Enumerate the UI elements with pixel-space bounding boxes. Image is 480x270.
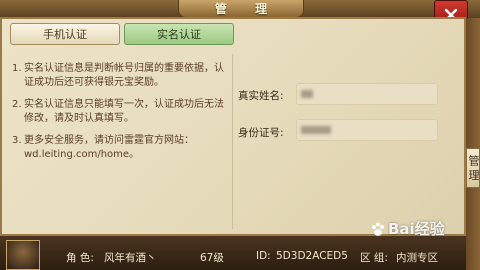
- zone-label: 区 组:: [360, 252, 388, 264]
- notice-list: 1. 实名认证信息是判断帐号归属的重要依据，认证成功后还可获得银元宝奖励。 2.…: [12, 62, 230, 170]
- notice-number: 2.: [12, 99, 22, 110]
- id-number-label: 身份证号:: [238, 127, 284, 139]
- section-divider: [232, 54, 233, 229]
- baidu-paw-icon: [372, 222, 384, 236]
- notice-text: 实名认证信息只能填写一次，认证成功后无法修改，请及时认真填写。: [24, 99, 224, 124]
- real-name-label: 真实姓名:: [238, 90, 284, 102]
- baidu-jingyan-watermark: Bai经验: [368, 218, 445, 239]
- tab-real-name-verification[interactable]: 实名认证: [124, 23, 234, 45]
- notice-number: 1.: [12, 63, 22, 74]
- notice-text: 实名认证信息是判断帐号归属的重要依据，认证成功后还可获得银元宝奖励。: [24, 63, 224, 88]
- real-name-input[interactable]: [296, 83, 438, 105]
- tab-phone-verification[interactable]: 手机认证: [10, 23, 120, 45]
- real-name-value-redacted: [301, 90, 313, 98]
- role-label: 角 色:: [66, 252, 94, 264]
- player-info-bar: 角 色: 风年有酒丶 67级 ID: 5D3D2ACED5 区 组: 内测专区: [0, 236, 466, 270]
- id-number-input[interactable]: [296, 119, 438, 141]
- window-title: 管 理: [214, 2, 280, 16]
- title-plate: 管 理: [178, 0, 304, 18]
- player-id: 5D3D2ACED5: [276, 250, 348, 262]
- role-level: 67级: [200, 252, 224, 264]
- id-label: ID:: [256, 250, 271, 262]
- notice-item: 1. 实名认证信息是判断帐号归属的重要依据，认证成功后还可获得银元宝奖励。: [12, 62, 230, 90]
- role-name: 风年有酒丶: [104, 252, 157, 264]
- notice-item: 2. 实名认证信息只能填写一次，认证成功后无法修改，请及时认真填写。: [12, 98, 230, 126]
- avatar: [6, 240, 40, 270]
- side-tab-manage[interactable]: 管 理: [466, 148, 480, 188]
- notice-text: 更多安全服务，请访问雷霆官方网站：wd.leiting.com/home。: [24, 135, 194, 160]
- watermark-text: Bai经验: [388, 220, 445, 238]
- notice-number: 3.: [12, 135, 22, 146]
- notice-item: 3. 更多安全服务，请访问雷霆官方网站：wd.leiting.com/home。: [12, 134, 230, 162]
- right-frame: [466, 18, 480, 270]
- zone-name: 内测专区: [396, 252, 438, 264]
- id-number-value-redacted: [301, 126, 331, 134]
